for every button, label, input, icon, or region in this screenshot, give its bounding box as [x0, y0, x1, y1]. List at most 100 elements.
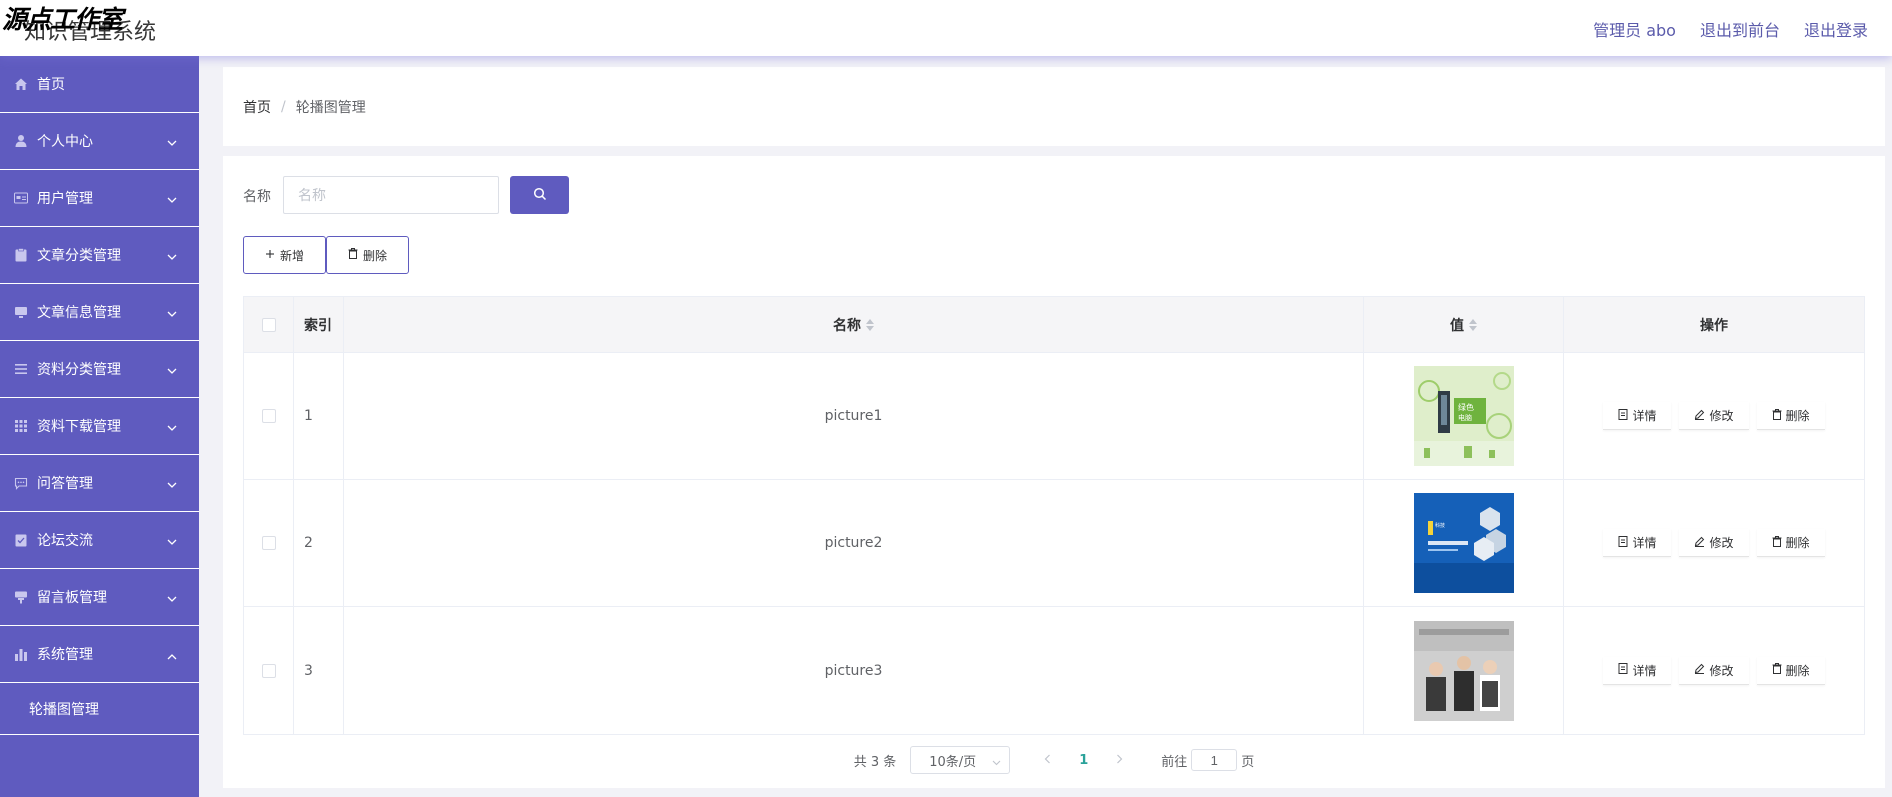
- row-delete-button-label: 删除: [1785, 409, 1810, 423]
- table-row: 2 picture2 科技 详情 修改 删除: [244, 480, 1864, 607]
- goto-page-input[interactable]: [1191, 749, 1238, 771]
- sidebar-subitem-carousel[interactable]: 轮播图管理: [0, 683, 199, 735]
- row-checkbox[interactable]: [261, 409, 276, 423]
- column-header-value-label: 值: [1450, 317, 1464, 334]
- edit-button[interactable]: 修改: [1679, 656, 1749, 685]
- back-to-front-link[interactable]: 退出到前台: [1700, 17, 1780, 41]
- edit-button-label: 修改: [1709, 536, 1734, 550]
- sidebar-item-user-management[interactable]: 用户管理: [0, 170, 199, 227]
- sidebar-item-article-info[interactable]: 文章信息管理: [0, 284, 199, 341]
- trash-icon: [1772, 535, 1782, 550]
- chevron-down-icon: [992, 755, 1001, 770]
- prev-page-button[interactable]: [1044, 753, 1051, 768]
- column-header-name-label: 名称: [833, 317, 861, 334]
- sort-icon[interactable]: [1469, 318, 1477, 331]
- column-header-value[interactable]: 值: [1364, 297, 1564, 352]
- delete-button-label: 删除: [362, 248, 387, 263]
- row-checkbox[interactable]: [261, 663, 276, 678]
- breadcrumb-home-link[interactable]: 首页: [243, 97, 271, 117]
- sidebar-item-label: 文章分类管理: [37, 248, 121, 264]
- top-header: 知识管理系统 源点工作室 管理员 abo 退出到前台 退出登录: [0, 0, 1892, 56]
- sidebar-item-material-download[interactable]: 资料下载管理: [0, 398, 199, 455]
- chevron-down-icon: [167, 249, 177, 265]
- grid-icon: [14, 419, 28, 433]
- row-delete-button[interactable]: 删除: [1756, 529, 1825, 557]
- row-delete-button[interactable]: 删除: [1756, 656, 1825, 685]
- sidebar-item-qa[interactable]: 问答管理: [0, 455, 199, 512]
- row-delete-button[interactable]: 删除: [1756, 402, 1825, 430]
- row-delete-button-label: 删除: [1785, 663, 1810, 678]
- sidebar-item-label: 资料下载管理: [37, 419, 121, 435]
- sidebar-item-article-category[interactable]: 文章分类管理: [0, 227, 199, 284]
- pencil-icon: [1694, 536, 1705, 550]
- sidebar-item-label: 留言板管理: [37, 590, 107, 606]
- breadcrumb: 首页 / 轮播图管理: [223, 67, 1885, 146]
- pagination-total: 共 3 条: [853, 754, 897, 770]
- column-header-index: 索引: [294, 297, 344, 352]
- table-row: 1 picture1 绿色 电脑 详情 修改 删除: [244, 353, 1864, 480]
- search-input[interactable]: [283, 176, 499, 214]
- page-number-current[interactable]: 1: [1079, 753, 1088, 768]
- sidebar-item-personal-center[interactable]: 个人中心: [0, 113, 199, 170]
- checklist-icon: [14, 533, 28, 547]
- watermark-text: 源点工作室: [2, 5, 123, 34]
- chevron-down-icon: [167, 306, 177, 322]
- sidebar-item-message-board[interactable]: 留言板管理: [0, 569, 199, 626]
- admin-user-label[interactable]: 管理员 abo: [1593, 17, 1676, 41]
- edit-button-label: 修改: [1709, 663, 1734, 678]
- page-suffix: 页: [1241, 754, 1255, 770]
- sort-icon[interactable]: [866, 318, 874, 331]
- pagination: 共 3 条 10条/页 1 前往 页: [223, 746, 1885, 774]
- breadcrumb-separator: /: [281, 98, 286, 115]
- edit-button-label: 修改: [1709, 409, 1734, 423]
- sidebar-item-label: 首页: [37, 77, 65, 93]
- search-label: 名称: [243, 189, 271, 205]
- green-computer-banner-image[interactable]: 绿色 电脑: [1413, 366, 1514, 466]
- sidebar-item-label: 用户管理: [37, 191, 93, 207]
- chevron-down-icon: [167, 363, 177, 379]
- monitor-icon: [14, 305, 28, 319]
- chevron-down-icon: [167, 534, 177, 550]
- add-button-label: 新增: [279, 248, 304, 263]
- detail-button-label: 详情: [1632, 536, 1657, 550]
- svg-text:科技: 科技: [1435, 522, 1445, 529]
- logout-link[interactable]: 退出登录: [1804, 17, 1868, 41]
- add-button[interactable]: 新增: [243, 236, 326, 274]
- goto-label: 前往: [1161, 754, 1188, 770]
- chevron-down-icon: [167, 135, 177, 151]
- sidebar-item-forum[interactable]: 论坛交流: [0, 512, 199, 569]
- sidebar-item-label: 系统管理: [37, 647, 93, 663]
- row-index: 2: [294, 480, 344, 606]
- edit-button[interactable]: 修改: [1679, 529, 1749, 557]
- detail-button[interactable]: 详情: [1603, 402, 1672, 430]
- row-name: picture1: [344, 353, 1364, 479]
- blue-tech-banner-image[interactable]: 科技: [1413, 493, 1514, 593]
- next-page-button[interactable]: [1116, 753, 1123, 768]
- sidebar-item-home[interactable]: 首页: [0, 56, 199, 113]
- row-name: picture2: [344, 480, 1364, 606]
- search-button[interactable]: [510, 176, 569, 214]
- detail-button[interactable]: 详情: [1603, 529, 1672, 557]
- row-checkbox[interactable]: [261, 536, 276, 550]
- column-header-name[interactable]: 名称: [344, 297, 1364, 352]
- edit-button[interactable]: 修改: [1679, 402, 1749, 430]
- delete-button[interactable]: 删除: [326, 236, 409, 274]
- select-all-checkbox[interactable]: [261, 317, 276, 332]
- chevron-down-icon: [167, 192, 177, 208]
- business-people-banner-image[interactable]: [1413, 620, 1514, 721]
- document-icon: [1618, 663, 1628, 677]
- sidebar-item-material-category[interactable]: 资料分类管理: [0, 341, 199, 398]
- page-size-select[interactable]: 10条/页: [910, 746, 1011, 774]
- sidebar: 首页 个人中心 用户管理 文章分类管理 文章信息管理 资料分类管理 资料下载管理…: [0, 56, 199, 797]
- page-size-value: 10条/页: [929, 754, 977, 770]
- trash-icon: [1772, 408, 1782, 423]
- chevron-up-icon: [167, 648, 177, 664]
- row-name: picture3: [344, 607, 1364, 734]
- pencil-icon: [1694, 409, 1705, 423]
- main-content: 名称 新增 删除 索引 名称 值 操作 1 pictu: [223, 156, 1885, 788]
- pencil-icon: [1694, 663, 1705, 677]
- data-table: 索引 名称 值 操作 1 picture1 绿色 电脑 详情 修改 删除 2 p…: [243, 296, 1865, 735]
- bar-chart-icon: [14, 647, 28, 661]
- sidebar-item-system-management[interactable]: 系统管理: [0, 626, 199, 683]
- detail-button[interactable]: 详情: [1603, 656, 1672, 685]
